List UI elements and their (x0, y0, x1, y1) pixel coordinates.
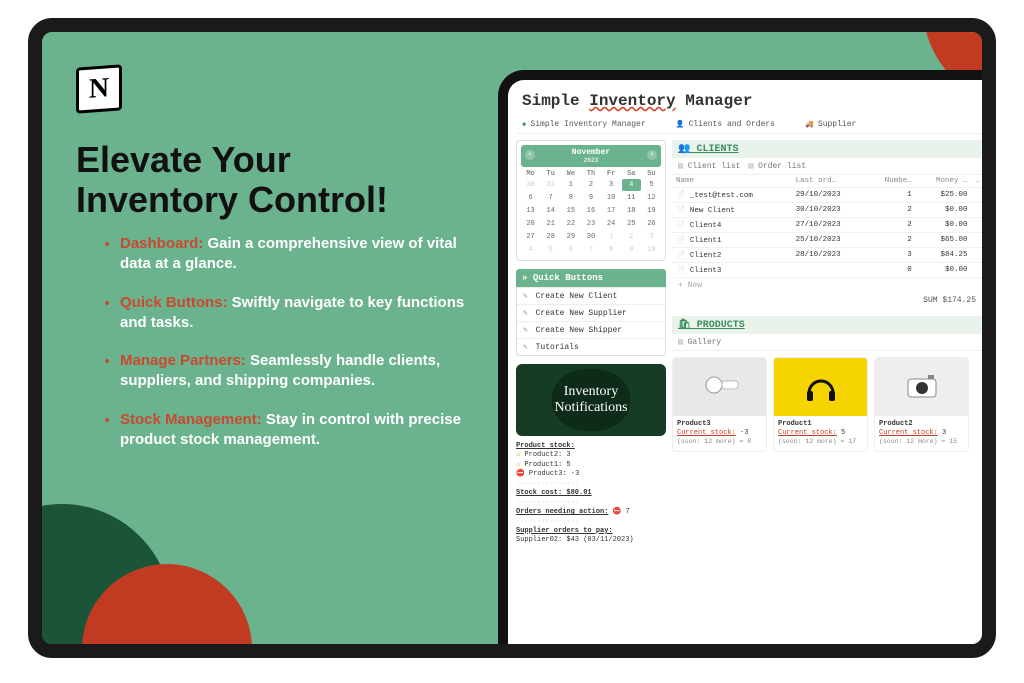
calendar-day[interactable]: 13 (521, 205, 540, 217)
quick-button-new-client[interactable]: Create New Client (517, 287, 665, 304)
app-screen: Simple Inventory Manager Simple Inventor… (508, 80, 988, 658)
calendar-day[interactable]: 3 (602, 179, 621, 191)
product-card[interactable]: Product2 Current stock: (soon: 12 more) … (874, 357, 969, 452)
products-header: PRODUCTS (672, 316, 984, 334)
notes-block: Product stock: Product2: 3 Product1: 5 P… (516, 442, 666, 546)
calendar-day[interactable]: 14 (541, 205, 560, 217)
calendar-day[interactable]: 16 (581, 205, 600, 217)
headline: Elevate Your Inventory Control! (76, 140, 496, 221)
headline-line: Elevate Your (76, 139, 291, 180)
quick-button-new-supplier[interactable]: Create New Supplier (517, 304, 665, 321)
calendar-day[interactable]: 15 (561, 205, 580, 217)
calendar-day[interactable]: 1 (561, 179, 580, 191)
product-card[interactable]: Product1 Current stock: 5 (soon: 12 more… (773, 357, 868, 452)
top-nav-tabs: Simple Inventory Manager Clients and Ord… (516, 118, 988, 134)
calendar-day[interactable]: 18 (622, 205, 641, 217)
product-thumb-watch-icon (673, 358, 766, 416)
calendar-day[interactable]: 4 (521, 244, 540, 256)
calendar-day[interactable]: 11 (622, 192, 641, 204)
calendar-day[interactable]: 23 (581, 218, 600, 230)
view-gallery[interactable]: Gallery (678, 337, 721, 347)
calendar-day[interactable]: 9 (581, 192, 600, 204)
calendar-day[interactable]: 30 (521, 179, 540, 191)
clients-section: CLIENTS Client list Order list Name Last… (672, 140, 984, 308)
product-card[interactable]: Product3 Current stock: -3 (soon: 12 mor… (672, 357, 767, 452)
clients-header: CLIENTS (672, 140, 984, 158)
calendar-day[interactable]: 9 (622, 244, 641, 256)
calendar-day[interactable]: 2 (622, 231, 641, 243)
inventory-notifications-card[interactable]: InventoryNotifications (516, 364, 666, 436)
table-row[interactable]: New Client30/10/20232$0.00 (672, 203, 984, 218)
calendar-day[interactable]: 7 (541, 192, 560, 204)
clients-new-row[interactable]: + New (672, 278, 984, 293)
feature-item: Stock Management: Stay in control with p… (120, 410, 482, 451)
calendar-day[interactable]: 24 (602, 218, 621, 230)
table-row[interactable]: Client125/10/20232$65.00 (672, 233, 984, 248)
calendar-day[interactable]: 10 (602, 192, 621, 204)
product-thumb-camera-icon (875, 358, 968, 416)
calendar-day[interactable]: 22 (561, 218, 580, 230)
headline-line: Inventory Control! (76, 179, 388, 220)
calendar-day[interactable]: 30 (581, 231, 600, 243)
tab-clients[interactable]: Clients and Orders (676, 120, 775, 129)
calendar-next-icon[interactable]: › (647, 150, 657, 160)
feature-list: Dashboard: Gain a comprehensive view of … (102, 234, 482, 468)
view-order-list[interactable]: Order list (748, 161, 806, 171)
tab-suppliers[interactable]: Supplier (805, 120, 856, 129)
calendar-widget[interactable]: ‹ November 2023 › MoTuWeThFrSaSu30311234… (516, 140, 666, 261)
calendar-day[interactable]: 8 (602, 244, 621, 256)
stock-line: Product3: -3 (516, 470, 666, 479)
calendar-day[interactable]: 8 (561, 192, 580, 204)
calendar-day[interactable]: 6 (521, 192, 540, 204)
quick-button-tutorials[interactable]: Tutorials (517, 338, 665, 355)
table-row[interactable]: Client228/10/20233$84.25 (672, 248, 984, 263)
calendar-day[interactable]: 29 (561, 231, 580, 243)
feature-item: Quick Buttons: Swiftly navigate to key f… (120, 293, 482, 334)
clients-sum: SUM $174.25 (672, 293, 984, 308)
feature-item: Dashboard: Gain a comprehensive view of … (120, 234, 482, 275)
tablet-device: Simple Inventory Manager Simple Inventor… (498, 70, 988, 658)
calendar-day[interactable]: 5 (541, 244, 560, 256)
stock-line: Product1: 5 (516, 461, 666, 470)
calendar-day[interactable]: 5 (642, 179, 661, 191)
calendar-day[interactable]: 6 (561, 244, 580, 256)
calendar-day[interactable]: 31 (541, 179, 560, 191)
calendar-day[interactable]: 28 (541, 231, 560, 243)
calendar-day[interactable]: 7 (581, 244, 600, 256)
calendar-day[interactable]: 20 (521, 218, 540, 230)
calendar-day[interactable]: 21 (541, 218, 560, 230)
calendar-day[interactable]: 26 (642, 218, 661, 230)
calendar-day[interactable]: 1 (602, 231, 621, 243)
calendar-day[interactable]: 3 (642, 231, 661, 243)
table-row[interactable]: Client427/10/20232$0.00 (672, 218, 984, 233)
feature-item: Manage Partners: Seamlessly handle clien… (120, 351, 482, 392)
stock-line: Product2: 3 (516, 451, 666, 460)
supplier-pay-line: Supplier02: $43 (03/11/2023) (516, 536, 666, 545)
calendar-day[interactable]: 25 (622, 218, 641, 230)
tab-dashboard[interactable]: Simple Inventory Manager (522, 120, 646, 129)
calendar-day[interactable]: 17 (602, 205, 621, 217)
products-view-tabs: Gallery (672, 334, 984, 351)
calendar-header: ‹ November 2023 › (521, 145, 661, 167)
view-client-list[interactable]: Client list (678, 161, 740, 171)
table-row[interactable]: _test@test.com29/10/20231$25.00 (672, 188, 984, 203)
clients-view-tabs: Client list Order list (672, 158, 984, 175)
page-title: Simple Inventory Manager (522, 92, 988, 110)
calendar-day[interactable]: 2 (581, 179, 600, 191)
quick-buttons-list: Create New Client Create New Supplier Cr… (516, 287, 666, 356)
calendar-day[interactable]: 12 (642, 192, 661, 204)
products-gallery: Product3 Current stock: -3 (soon: 12 mor… (672, 351, 984, 452)
quick-button-new-shipper[interactable]: Create New Shipper (517, 321, 665, 338)
product-thumb-headphones-icon (774, 358, 867, 416)
table-row[interactable]: Client30$0.00 (672, 263, 984, 278)
calendar-day[interactable]: 27 (521, 231, 540, 243)
calendar-day[interactable]: 4 (622, 179, 641, 191)
clients-table: Name Last ord… Numbe… Money … … _test@te… (672, 175, 984, 278)
products-section: PRODUCTS Gallery Product3 (672, 316, 984, 452)
quick-buttons-header: Quick Buttons (516, 269, 666, 287)
notion-logo-icon: N (76, 64, 122, 113)
calendar-day[interactable]: 19 (642, 205, 661, 217)
calendar-day[interactable]: 10 (642, 244, 661, 256)
promo-frame: N Elevate Your Inventory Control! Dashbo… (28, 18, 996, 658)
